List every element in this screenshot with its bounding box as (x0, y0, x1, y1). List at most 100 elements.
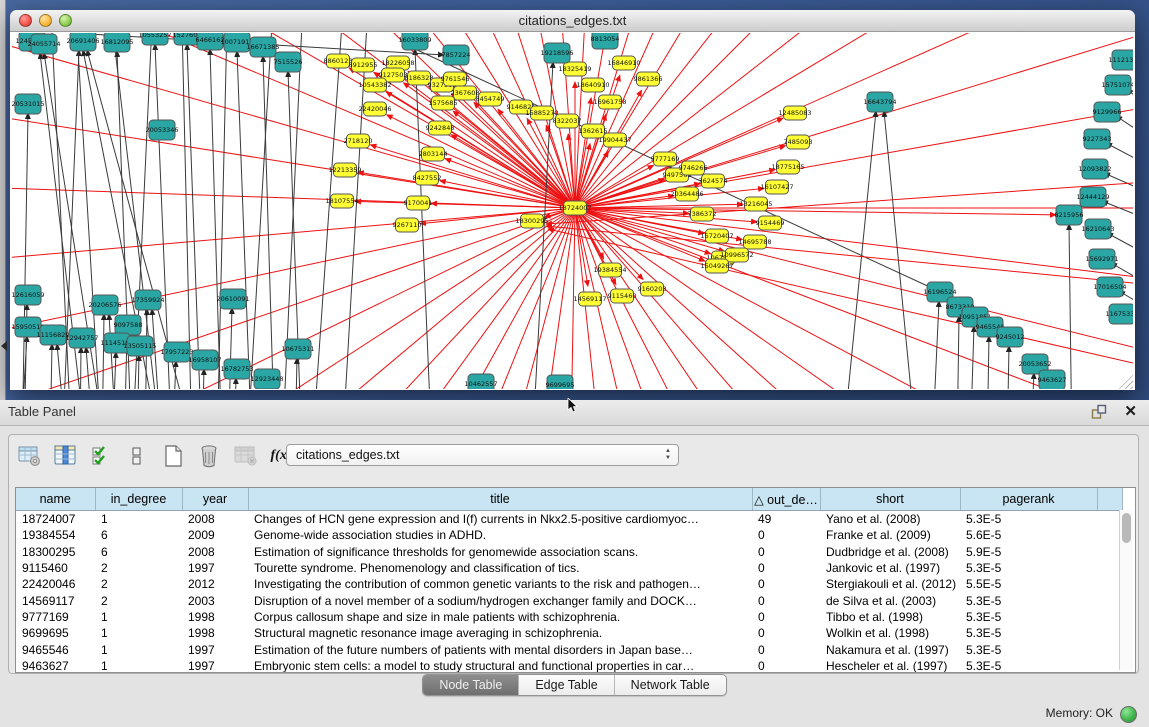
graph-node[interactable]: 12923448 (250, 369, 283, 389)
table-mode-icon[interactable] (17, 444, 41, 468)
tab-edge-table[interactable]: Edge Table (519, 675, 614, 695)
graph-node[interactable]: 22420046 (358, 102, 391, 116)
network-window-titlebar[interactable]: citations_edges.txt (10, 10, 1135, 32)
graph-node[interactable]: 12093822 (1078, 159, 1111, 179)
table-row[interactable]: 1456911722003Disruption of a novel membe… (16, 592, 1123, 608)
show-columns-icon[interactable] (53, 444, 77, 468)
graph-node[interactable]: 19384554 (593, 263, 626, 277)
graph-node[interactable]: 10543382 (358, 78, 391, 92)
column-header-in_degree[interactable]: in_degree (95, 488, 182, 511)
graph-node[interactable]: 20531015 (12, 94, 45, 114)
new-column-icon[interactable] (161, 444, 185, 468)
float-panel-icon[interactable] (1091, 404, 1107, 420)
table-scrollbar-thumb[interactable] (1122, 513, 1131, 543)
graph-node[interactable]: 15692971 (1085, 249, 1118, 269)
graph-node[interactable]: 15751074 (1101, 75, 1133, 95)
graph-node[interactable]: 9267110 (393, 218, 422, 232)
table-row[interactable]: 946362711997Embryonic stem cells: a mode… (16, 658, 1123, 673)
graph-node[interactable]: 18325419 (558, 62, 591, 76)
graph-node[interactable]: 8454749 (476, 92, 505, 106)
table-scrollbar[interactable] (1119, 510, 1133, 670)
table-row[interactable]: 969969511998Structural magnetic resonanc… (16, 625, 1123, 641)
column-header-year[interactable]: year (182, 488, 248, 511)
graph-node[interactable]: 14569117 (573, 292, 606, 306)
graph-node[interactable]: 20691406 (66, 33, 99, 51)
graph-node[interactable]: 15720407 (700, 229, 733, 243)
graph-node[interactable]: 19904437 (598, 133, 631, 147)
graph-node[interactable]: 10675311 (281, 339, 314, 359)
select-columns-icon[interactable] (89, 444, 113, 468)
graph-node[interactable]: 9170041 (404, 196, 433, 210)
graph-node[interactable]: 9227343 (1083, 129, 1112, 149)
graph-node[interactable]: 16958107 (188, 350, 221, 370)
node-table[interactable]: namein_degreeyeartitle△ out_de…shortpage… (15, 487, 1136, 673)
graph-node[interactable]: 9463627 (1038, 370, 1067, 389)
close-panel-icon[interactable]: ✕ (1124, 402, 1137, 420)
graph-node[interactable]: 8427552 (413, 171, 442, 185)
graph-node[interactable]: 16812095 (100, 33, 133, 52)
column-header-pagerank[interactable]: pagerank (960, 488, 1097, 511)
graph-node[interactable]: 3624574 (699, 174, 728, 188)
graph-node[interactable]: 7485093 (784, 135, 813, 149)
network-view-window[interactable]: citations_edges.txt 18724007886012389129… (10, 10, 1135, 390)
graph-node[interactable]: 11121316 (1108, 50, 1133, 70)
graph-node[interactable]: 9129966 (1093, 102, 1122, 122)
graph-node[interactable]: 9699695 (546, 375, 575, 389)
graph-node[interactable]: 15049267 (700, 259, 733, 273)
graph-node[interactable]: 18724007 (558, 201, 591, 215)
graph-node[interactable]: 16782753 (220, 359, 253, 379)
graph-node[interactable]: 16671385 (246, 37, 279, 57)
graph-node[interactable]: 20610091 (216, 289, 249, 309)
memory-status-indicator[interactable] (1120, 706, 1137, 723)
graph-node[interactable]: 12444129 (1076, 187, 1109, 207)
graph-node[interactable]: 16643794 (863, 92, 896, 112)
graph-node[interactable]: 9245012 (996, 327, 1025, 347)
graph-node[interactable]: 12213359 (328, 163, 361, 177)
table-row[interactable]: 911546021997Tourette syndrome. Phenomeno… (16, 560, 1123, 576)
table-selector-dropdown[interactable]: citations_edges.txt ▲▼ (286, 444, 679, 466)
graph-node[interactable]: 9242848 (426, 121, 455, 135)
column-header-title[interactable]: title (248, 488, 752, 511)
graph-node[interactable]: 16846910 (607, 56, 640, 70)
graph-node[interactable]: 19218596 (540, 43, 573, 63)
table-row[interactable]: 1830029562008Estimation of significance … (16, 544, 1123, 560)
graph-node[interactable]: 9761546 (441, 72, 470, 86)
column-header-short[interactable]: short (820, 488, 960, 511)
graph-node[interactable]: 9746266 (679, 161, 708, 175)
splitter-collapse-icon[interactable] (1, 341, 7, 351)
graph-node[interactable]: 17359924 (131, 290, 164, 310)
graph-node[interactable]: 18300295 (515, 214, 548, 228)
graph-node[interactable]: 20053346 (145, 120, 178, 140)
graph-node[interactable]: 7386372 (688, 207, 717, 221)
graph-node[interactable]: 20206576 (88, 295, 121, 315)
graph-node[interactable]: 10462557 (464, 374, 497, 389)
column-header-out_de[interactable]: △ out_de… (752, 488, 820, 511)
graph-node[interactable]: 1575685 (429, 96, 458, 110)
table-row[interactable]: 1938455462009Genome-wide association stu… (16, 527, 1123, 543)
graph-node[interactable]: 12942757 (65, 328, 98, 348)
table-row[interactable]: 977716911998Corpus callosum shape and si… (16, 609, 1123, 625)
graph-node[interactable]: 7857224 (442, 45, 471, 65)
table-row[interactable]: 2242004622012Investigating the contribut… (16, 576, 1123, 592)
graph-node[interactable]: 9777169 (651, 152, 680, 166)
network-canvas[interactable]: 1872400788601238912955182260589127503818… (11, 32, 1134, 390)
tab-node-table[interactable]: Node Table (423, 675, 519, 695)
graph-node[interactable]: 11675334 (1105, 304, 1133, 324)
graph-node[interactable]: 24055714 (27, 34, 60, 54)
graph-node[interactable]: 12616059 (12, 285, 45, 305)
graph-node[interactable]: 13505115 (123, 336, 156, 356)
graph-node[interactable]: 9097588 (114, 315, 143, 335)
graph-node[interactable]: 8813054 (591, 33, 620, 49)
graph-node[interactable]: 7515526 (274, 52, 303, 72)
graph-node[interactable]: 8215956 (1055, 205, 1084, 225)
graph-node[interactable]: 8912955 (349, 58, 378, 72)
graph-node[interactable]: 12485083 (778, 106, 811, 120)
graph-node[interactable]: 9861366 (634, 72, 663, 86)
graph-node[interactable]: 18775165 (771, 160, 804, 174)
column-header-name[interactable]: name (16, 488, 95, 511)
table-row[interactable]: 1872400712008Changes of HCN gene express… (16, 511, 1123, 528)
graph-node[interactable]: 9115460 (608, 289, 637, 303)
graph-node[interactable]: 14695788 (738, 235, 771, 249)
graph-node[interactable]: 20364486 (670, 187, 703, 201)
table-row[interactable]: 946554611997Estimation of the future num… (16, 641, 1123, 657)
